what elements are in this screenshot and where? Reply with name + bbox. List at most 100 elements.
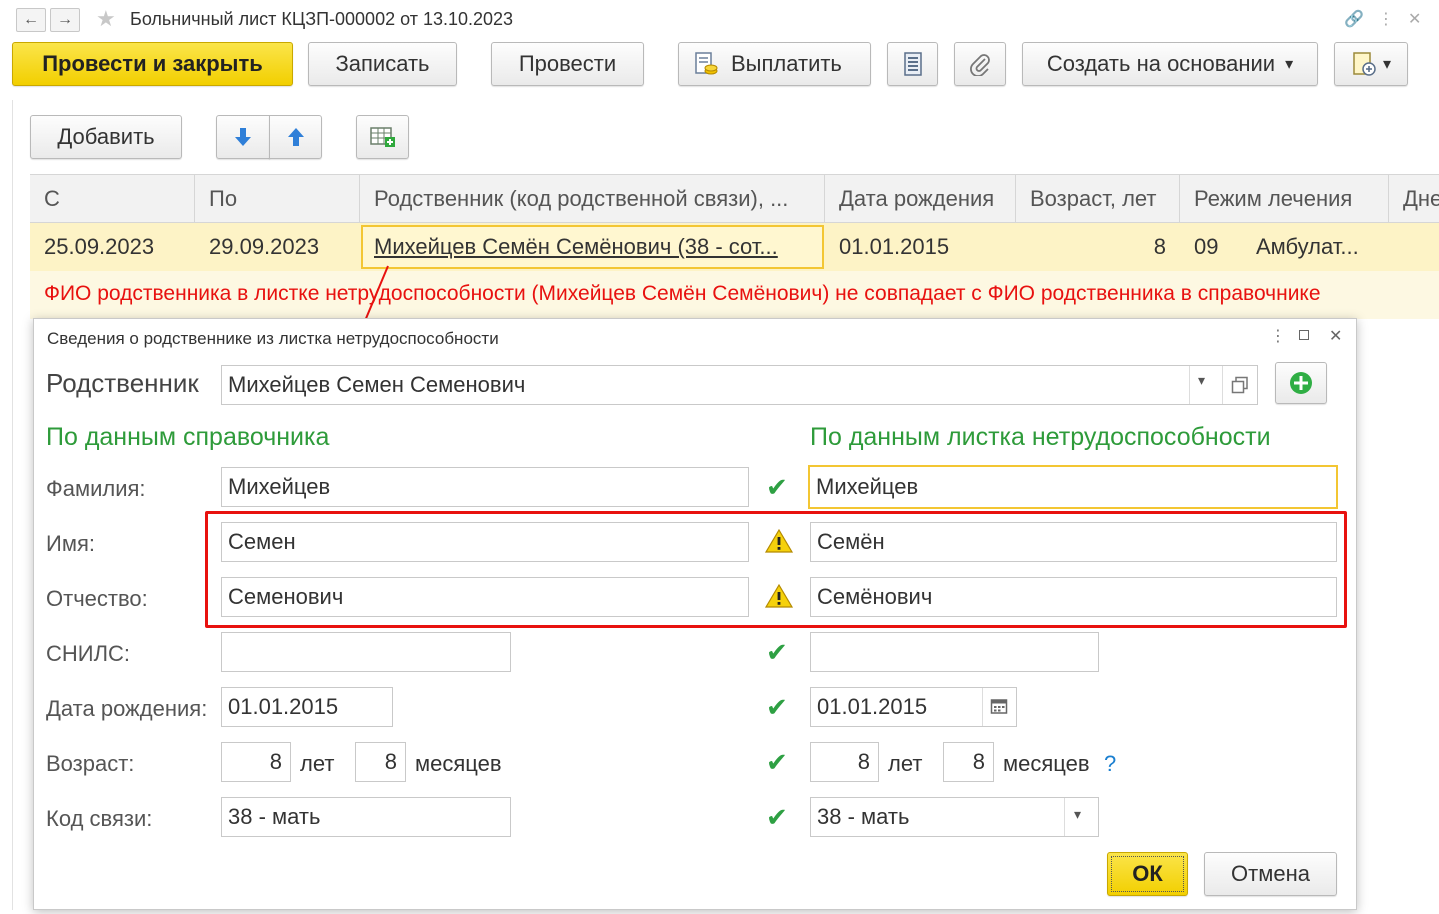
column-header-age[interactable]: Возраст, лет <box>1016 175 1180 223</box>
error-message: ФИО родственника в листке нетрудоспособн… <box>44 282 1321 305</box>
fill-table-button[interactable] <box>356 115 409 159</box>
relative-select-value: Михейцев Семен Семенович <box>228 372 526 397</box>
payment-document-icon <box>695 52 718 75</box>
ok-label: ОК <box>1132 861 1163 886</box>
open-card-icon[interactable] <box>1231 376 1249 394</box>
birth-date-label: Дата рождения: <box>46 696 208 721</box>
divider <box>1222 366 1223 404</box>
match-check-icon: ✔ <box>766 472 788 502</box>
match-check-icon: ✔ <box>766 637 788 667</box>
document-add-icon <box>1353 52 1376 76</box>
column-header-days[interactable]: Дне <box>1389 175 1439 223</box>
add-row-label: Добавить <box>57 124 155 149</box>
mismatch-highlight-frame <box>205 511 1347 628</box>
directory-last-name-field[interactable]: Михейцев <box>221 467 749 507</box>
years-label: лет <box>888 751 923 776</box>
directory-birth-date-field[interactable]: 01.01.2015 <box>221 687 393 727</box>
table-row[interactable]: 25.09.2023 29.09.2023 Михейцев Семён Сем… <box>30 223 1439 271</box>
patronymic-label: Отчество: <box>46 586 148 611</box>
close-window-icon[interactable]: ✕ <box>1408 9 1421 29</box>
plus-circle-icon <box>1290 372 1312 394</box>
column-header-relative[interactable]: Родственник (код родственной связи), ... <box>360 175 825 223</box>
column-header-to[interactable]: По <box>195 175 360 223</box>
chevron-down-icon[interactable]: ▾ <box>1198 372 1205 389</box>
list-document-icon <box>903 52 922 76</box>
calendar-icon[interactable] <box>990 697 1008 715</box>
match-check-icon: ✔ <box>766 747 788 777</box>
chevron-down-icon[interactable]: ▾ <box>1074 806 1081 823</box>
cell-to: 29.09.2023 <box>209 234 320 259</box>
forward-button[interactable]: → <box>50 8 80 32</box>
sick-leave-age-years-field[interactable]: 8 <box>810 742 879 782</box>
cell-mode-code: 09 <box>1194 234 1219 259</box>
print-menu-button[interactable]: ▾ <box>1334 42 1408 86</box>
directory-snils-field[interactable] <box>221 632 511 672</box>
more-menu-icon[interactable]: ⋮ <box>1378 9 1394 29</box>
sick-leave-birth-date-field[interactable]: 01.01.2015 <box>810 687 1017 727</box>
relative-select[interactable]: Михейцев Семен Семенович <box>221 365 1258 405</box>
post-button[interactable]: Провести <box>491 42 644 86</box>
dialog-close-icon[interactable]: ✕ <box>1329 326 1342 346</box>
directory-age-years-field[interactable]: 8 <box>221 742 291 782</box>
add-row-button[interactable]: Добавить <box>30 115 182 159</box>
create-based-on-button[interactable]: Создать на основании ▾ <box>1022 42 1318 86</box>
cancel-label: Отмена <box>1231 861 1310 886</box>
first-name-label: Имя: <box>46 531 95 556</box>
age-label: Возраст: <box>46 751 135 776</box>
save-button[interactable]: Записать <box>308 42 457 86</box>
form-border <box>12 100 13 910</box>
create-based-on-label: Создать на основании <box>1046 51 1276 76</box>
months-label: месяцев <box>415 751 502 776</box>
report-button[interactable] <box>887 42 938 86</box>
error-row: ФИО родственника в листке нетрудоспособн… <box>30 271 1439 319</box>
dialog-more-icon[interactable]: ⋮ <box>1270 326 1286 346</box>
save-label: Записать <box>335 51 430 76</box>
back-arrow-icon: ← <box>23 11 39 28</box>
directory-age-months-field[interactable]: 8 <box>355 742 406 782</box>
post-and-close-button[interactable]: Провести и закрыть <box>12 42 293 86</box>
relation-code-label: Код связи: <box>46 806 153 831</box>
attachments-button[interactable] <box>954 42 1006 86</box>
pay-button[interactable]: Выплатить <box>678 42 871 86</box>
sick-leave-relation-code-select[interactable]: 38 - мать <box>810 797 1099 837</box>
help-question-icon[interactable]: ? <box>1104 751 1116 777</box>
favorite-star-icon[interactable]: ★ <box>96 6 116 32</box>
move-up-button[interactable] <box>269 115 322 159</box>
create-relative-button[interactable] <box>1275 362 1327 404</box>
sick-leave-data-header: По данным листка нетрудоспособности <box>810 423 1271 451</box>
cell-relative-link[interactable]: Михейцев Семён Семёнович (38 - сот... <box>360 223 825 271</box>
relative-label: Родственник <box>46 368 199 398</box>
directory-data-header: По данным справочника <box>46 423 330 451</box>
cancel-button[interactable]: Отмена <box>1204 852 1337 896</box>
post-label: Провести <box>518 51 617 76</box>
maximize-icon[interactable] <box>1299 330 1309 340</box>
arrow-down-icon <box>235 128 251 146</box>
window-title: Больничный лист КЦЗП-000002 от 13.10.202… <box>130 9 514 29</box>
column-header-treatment-mode[interactable]: Режим лечения <box>1180 175 1389 223</box>
match-check-icon: ✔ <box>766 802 788 832</box>
ok-button[interactable]: ОК <box>1107 852 1188 896</box>
pay-label: Выплатить <box>731 51 842 76</box>
arrow-up-icon <box>287 128 304 146</box>
years-label: лет <box>300 751 335 776</box>
table-add-icon <box>369 127 395 147</box>
column-header-from[interactable]: С <box>30 175 195 223</box>
cell-mode-name: Амбулат... <box>1256 234 1359 259</box>
column-header-birth-date[interactable]: Дата рождения <box>825 175 1016 223</box>
sick-leave-last-name-field[interactable]: Михейцев <box>808 465 1338 509</box>
cell-from: 25.09.2023 <box>44 234 155 259</box>
snils-label: СНИЛС: <box>46 641 131 666</box>
back-button[interactable]: ← <box>16 8 46 32</box>
sick-leave-snils-field[interactable] <box>810 632 1099 672</box>
dialog-title: Сведения о родственнике из листка нетруд… <box>47 329 499 348</box>
post-and-close-label: Провести и закрыть <box>42 51 263 76</box>
link-icon[interactable]: 🔗 <box>1344 9 1364 29</box>
divider <box>982 688 983 726</box>
chevron-down-icon: ▾ <box>1382 56 1392 73</box>
move-down-button[interactable] <box>216 115 270 159</box>
sick-leave-age-months-field[interactable]: 8 <box>943 742 994 782</box>
match-check-icon: ✔ <box>766 692 788 722</box>
cell-age: 8 <box>1153 234 1166 259</box>
table-header: С По Родственник (код родственной связи)… <box>30 174 1439 223</box>
directory-relation-code-field[interactable]: 38 - мать <box>221 797 511 837</box>
